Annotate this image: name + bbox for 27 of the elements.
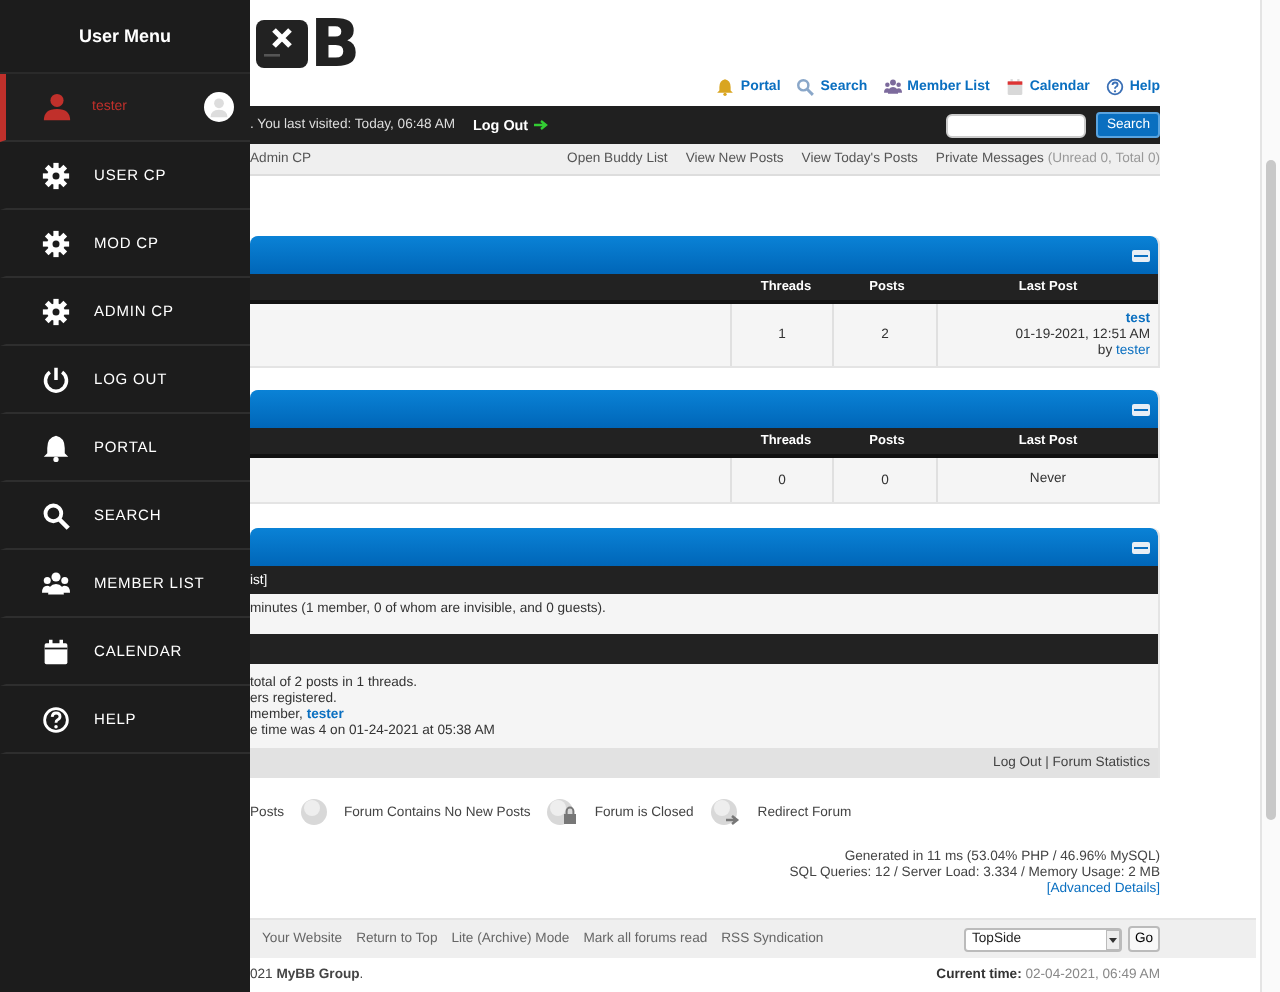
power-icon [42,365,70,393]
search-icon [796,78,815,96]
help-icon [1105,78,1124,96]
gear-icon [42,297,70,325]
scrollbar-thumb[interactable] [1266,160,1276,820]
help-icon [42,705,70,733]
forum-status-icon [300,798,328,826]
collapse-icon[interactable] [1132,249,1150,261]
arrow-icon [534,120,549,130]
forum-logo[interactable]: B [250,12,361,76]
calendar-icon [42,637,70,665]
collapse-icon[interactable] [1132,541,1150,553]
dropdown-icon [1106,929,1120,949]
bell-icon [716,78,735,96]
bell-icon [42,433,70,461]
avatar-icon [203,92,234,122]
calendar-icon [1005,78,1024,96]
locked-forum-icon [546,798,579,826]
search-icon [42,501,70,529]
gear-icon [42,229,70,257]
redirect-forum-icon [709,798,742,826]
people-icon [42,569,70,597]
gear-icon [42,161,70,189]
people-icon [883,78,902,96]
person-icon [42,92,72,122]
search-field[interactable] [946,113,1087,137]
collapse-icon[interactable] [1132,403,1150,415]
